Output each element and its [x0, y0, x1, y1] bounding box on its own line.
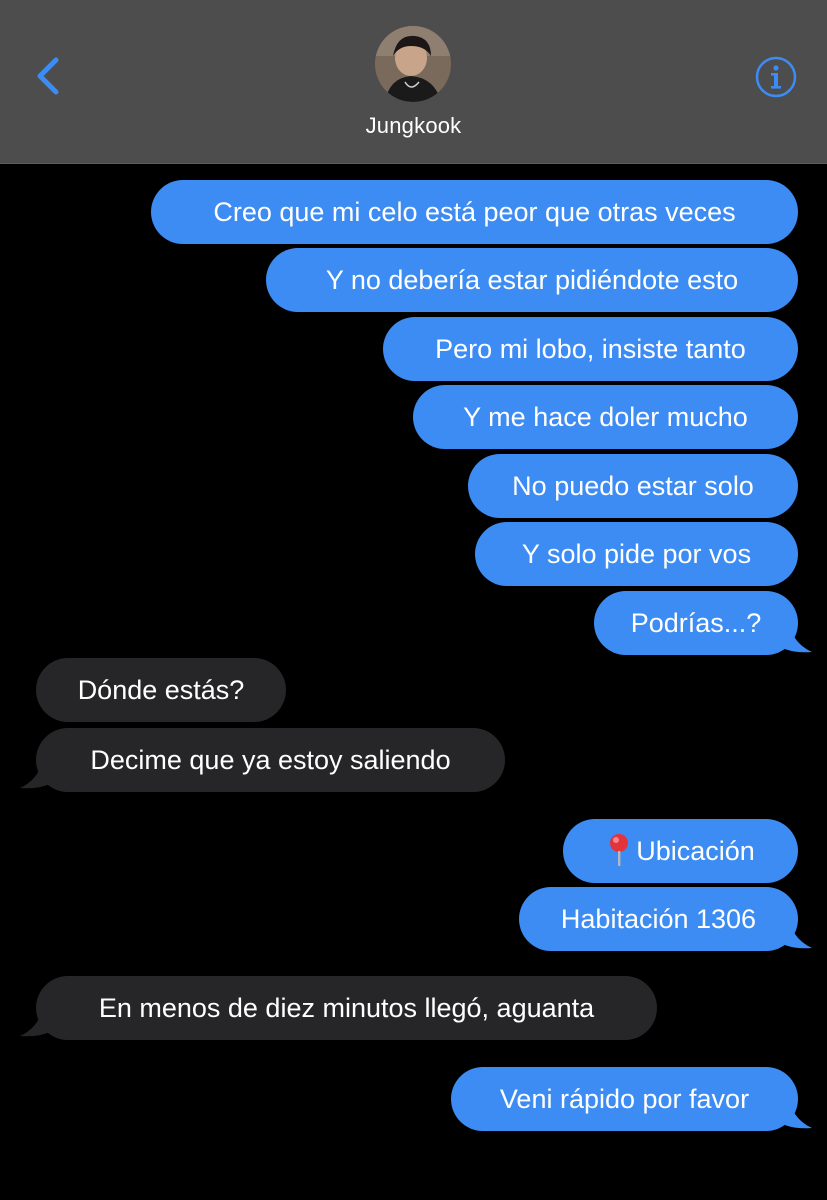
sent-message[interactable]: Y no debería estar pidiéndote esto: [266, 248, 798, 312]
contact-name[interactable]: Jungkook: [0, 113, 827, 139]
received-message[interactable]: En menos de diez minutos llegó, aguanta: [36, 976, 657, 1040]
received-bubble-tail: [20, 752, 58, 789]
location-label: Ubicación: [636, 836, 755, 866]
sent-message[interactable]: Creo que mi celo está peor que otras vec…: [151, 180, 798, 244]
sent-bubble-tail: [774, 912, 812, 949]
back-button[interactable]: [28, 50, 72, 100]
sent-message[interactable]: Habitación 1306: [519, 887, 798, 951]
sent-bubble-tail: [774, 616, 812, 653]
info-circle-icon: [755, 56, 797, 98]
avatar-photo: [375, 26, 451, 102]
pushpin-icon: [610, 833, 629, 866]
contact-avatar[interactable]: [375, 26, 451, 102]
sent-message[interactable]: Y solo pide por vos: [475, 522, 798, 586]
sent-bubble-tail: [774, 1092, 812, 1129]
chevron-left-icon: [37, 57, 59, 95]
info-button[interactable]: [754, 55, 798, 99]
received-bubble-tail: [20, 1000, 58, 1037]
sent-location-message[interactable]: Ubicación: [563, 819, 798, 883]
received-message[interactable]: Dónde estás?: [36, 658, 286, 722]
conversation-header: Jungkook: [0, 0, 827, 164]
sent-message[interactable]: No puedo estar solo: [468, 454, 798, 518]
sent-message[interactable]: Pero mi lobo, insiste tanto: [383, 317, 798, 381]
received-message[interactable]: Decime que ya estoy saliendo: [36, 728, 505, 792]
sent-message[interactable]: Podrías...?: [594, 591, 798, 655]
sent-message[interactable]: Y me hace doler mucho: [413, 385, 798, 449]
sent-message[interactable]: Veni rápido por favor: [451, 1067, 798, 1131]
